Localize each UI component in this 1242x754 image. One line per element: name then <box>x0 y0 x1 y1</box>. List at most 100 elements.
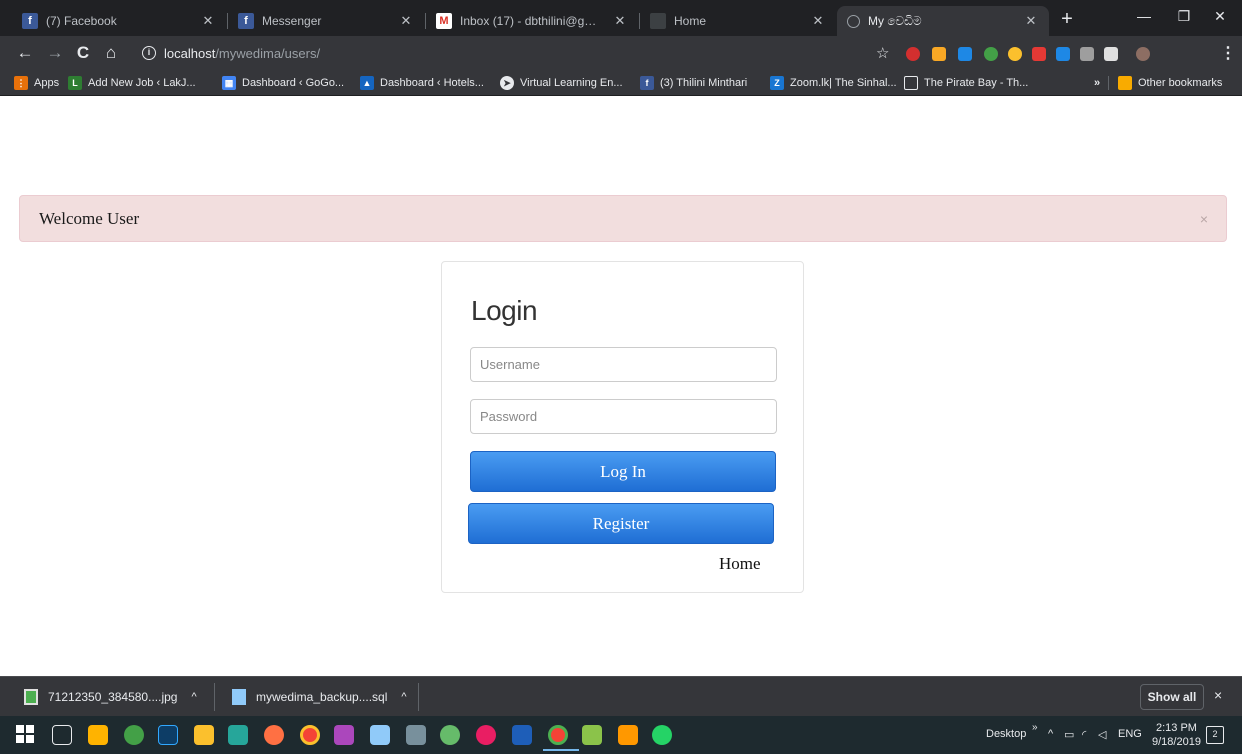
page-icon <box>650 13 666 29</box>
close-tab-icon[interactable]: ✕ <box>810 13 826 29</box>
bookmark-apps[interactable]: ⋮ Apps <box>14 74 59 92</box>
register-button[interactable]: Register <box>468 503 774 544</box>
bookmark-thilini[interactable]: f (3) Thilini Minthari <box>640 74 747 92</box>
tab-messenger[interactable]: f Messenger ✕ <box>228 6 424 36</box>
login-button[interactable]: Log In <box>470 451 776 492</box>
close-tab-icon[interactable]: ✕ <box>398 13 414 29</box>
minimize-icon[interactable]: — <box>1124 4 1164 28</box>
whatsapp-icon[interactable] <box>652 725 672 745</box>
reload-icon[interactable]: C <box>72 41 94 65</box>
volume-icon[interactable]: ◁ <box>1098 728 1106 741</box>
bookmark-pirate-bay[interactable]: The Pirate Bay - Th... <box>904 74 1028 92</box>
restore-icon[interactable]: ❐ <box>1164 4 1204 28</box>
windows-start-icon[interactable] <box>16 725 36 745</box>
other-bookmarks[interactable]: Other bookmarks <box>1118 74 1222 92</box>
word-icon[interactable] <box>512 725 532 745</box>
action-center-notifications-icon[interactable]: 2 <box>1206 726 1224 744</box>
menu-kebab-icon[interactable]: ⋮ <box>1220 43 1236 63</box>
profile-avatar-icon[interactable] <box>1136 47 1150 61</box>
desktop-toolbar-chevron[interactable]: » <box>1032 722 1038 733</box>
tab-gmail-inbox[interactable]: M Inbox (17) - dbthilini@gmail.co ✕ <box>426 6 638 36</box>
download-item-jpg[interactable]: 71212350_384580....jpg ^ <box>24 685 197 709</box>
extension-icon[interactable] <box>906 47 920 61</box>
extension-icon[interactable] <box>1080 47 1094 61</box>
lakjobs-icon: L <box>68 76 82 90</box>
login-title: Login <box>471 295 538 326</box>
bookmark-label: The Pirate Bay - Th... <box>924 77 1029 89</box>
android-studio-icon[interactable] <box>440 725 460 745</box>
username-input[interactable] <box>470 347 777 382</box>
password-input[interactable] <box>470 399 777 434</box>
extension-icon[interactable] <box>1008 47 1022 61</box>
address-bar[interactable]: i localhost /mywedima/users/ <box>128 42 858 64</box>
bookmark-lakjobs[interactable]: L Add New Job ‹ LakJ... <box>68 74 196 92</box>
app-icon[interactable] <box>618 725 638 745</box>
bookmark-gogo-dashboard[interactable]: ▦ Dashboard ‹ GoGo... <box>222 74 344 92</box>
extension-icon[interactable] <box>932 47 946 61</box>
tab-title: Inbox (17) - dbthilini@gmail.co <box>460 14 606 28</box>
alert-close-icon[interactable]: × <box>1200 211 1208 227</box>
download-options-caret[interactable]: ^ <box>191 691 196 703</box>
download-item-sql[interactable]: mywedima_backup....sql ^ <box>232 685 407 709</box>
language-indicator[interactable]: ENG <box>1118 728 1142 740</box>
extension-icon[interactable] <box>958 47 972 61</box>
bookmark-label: Other bookmarks <box>1138 77 1223 89</box>
tab-my-wedima-active[interactable]: My වෙඩිම ✕ <box>837 6 1049 36</box>
firefox-icon[interactable] <box>264 725 284 745</box>
close-tab-icon[interactable]: ✕ <box>200 13 216 29</box>
system-clock[interactable]: 2:13 PM 9/18/2019 <box>1152 721 1201 749</box>
desktop-toolbar-label[interactable]: Desktop <box>986 728 1026 740</box>
app-icon[interactable] <box>228 725 248 745</box>
bookmark-virtual-learning[interactable]: ➤ Virtual Learning En... <box>500 74 623 92</box>
extension-icon[interactable] <box>1056 47 1070 61</box>
tab-home[interactable]: Home ✕ <box>640 6 836 36</box>
chrome-active-icon[interactable] <box>543 725 579 751</box>
close-tab-icon[interactable]: ✕ <box>612 13 628 29</box>
back-arrow-icon[interactable]: ← <box>14 41 36 65</box>
close-downloads-icon[interactable]: × <box>1214 687 1222 703</box>
show-all-downloads-button[interactable]: Show all <box>1140 684 1204 710</box>
site-info-icon[interactable]: i <box>142 46 156 60</box>
extension-icon[interactable] <box>984 47 998 61</box>
clock-time: 2:13 PM <box>1155 722 1197 734</box>
app-icon[interactable] <box>370 725 390 745</box>
table-icon: ▦ <box>222 76 236 90</box>
chrome-icon[interactable] <box>300 725 320 745</box>
bookmark-label: Dashboard ‹ Hotels... <box>380 77 484 89</box>
windows-taskbar: Desktop » ^ ▭ ◜ ◁ ENG 2:13 PM 9/18/2019 … <box>0 716 1242 754</box>
home-icon[interactable]: ⌂ <box>100 41 122 65</box>
task-view-icon[interactable] <box>52 725 72 745</box>
monitor-icon <box>904 76 918 90</box>
file-explorer-icon[interactable] <box>88 725 108 745</box>
image-icon: ▲ <box>360 76 374 90</box>
app-icon[interactable] <box>476 725 496 745</box>
wifi-icon[interactable]: ◜ <box>1082 728 1086 741</box>
new-tab-plus-icon[interactable]: + <box>1056 8 1078 30</box>
tab-facebook[interactable]: f (7) Facebook ✕ <box>12 6 226 36</box>
bookmark-hotels-dashboard[interactable]: ▲ Dashboard ‹ Hotels... <box>360 74 484 92</box>
downloads-bar: 71212350_384580....jpg ^ mywedima_backup… <box>0 676 1242 716</box>
app-icon[interactable] <box>406 725 426 745</box>
bookmark-zoom-lk[interactable]: Z Zoom.lk| The Sinhal... <box>770 74 897 92</box>
sticky-notes-icon[interactable] <box>194 725 214 745</box>
extension-icon[interactable] <box>1032 47 1046 61</box>
bookmark-star-icon[interactable]: ☆ <box>876 44 889 62</box>
battery-icon[interactable]: ▭ <box>1064 728 1074 741</box>
utorrent-icon[interactable] <box>124 725 144 745</box>
close-tab-icon[interactable]: ✕ <box>1023 13 1039 29</box>
close-window-icon[interactable]: ✕ <box>1200 4 1240 28</box>
globe-icon <box>847 14 860 28</box>
app-icon[interactable] <box>582 725 602 745</box>
tab-title: Messenger <box>262 14 322 28</box>
photoshop-icon[interactable] <box>158 725 178 745</box>
forward-arrow-icon[interactable]: → <box>44 41 66 65</box>
extension-icon[interactable] <box>1104 47 1118 61</box>
home-link[interactable]: Home <box>719 554 761 574</box>
show-hidden-icons-chevron-icon[interactable]: ^ <box>1048 728 1053 740</box>
download-options-caret[interactable]: ^ <box>401 691 406 703</box>
bookmarks-overflow-chevron[interactable]: » <box>1094 74 1100 92</box>
alert-message: Welcome User <box>39 209 140 228</box>
download-filename: 71212350_384580....jpg <box>48 690 178 704</box>
app-icon[interactable] <box>334 725 354 745</box>
url-host: localhost <box>164 45 216 61</box>
